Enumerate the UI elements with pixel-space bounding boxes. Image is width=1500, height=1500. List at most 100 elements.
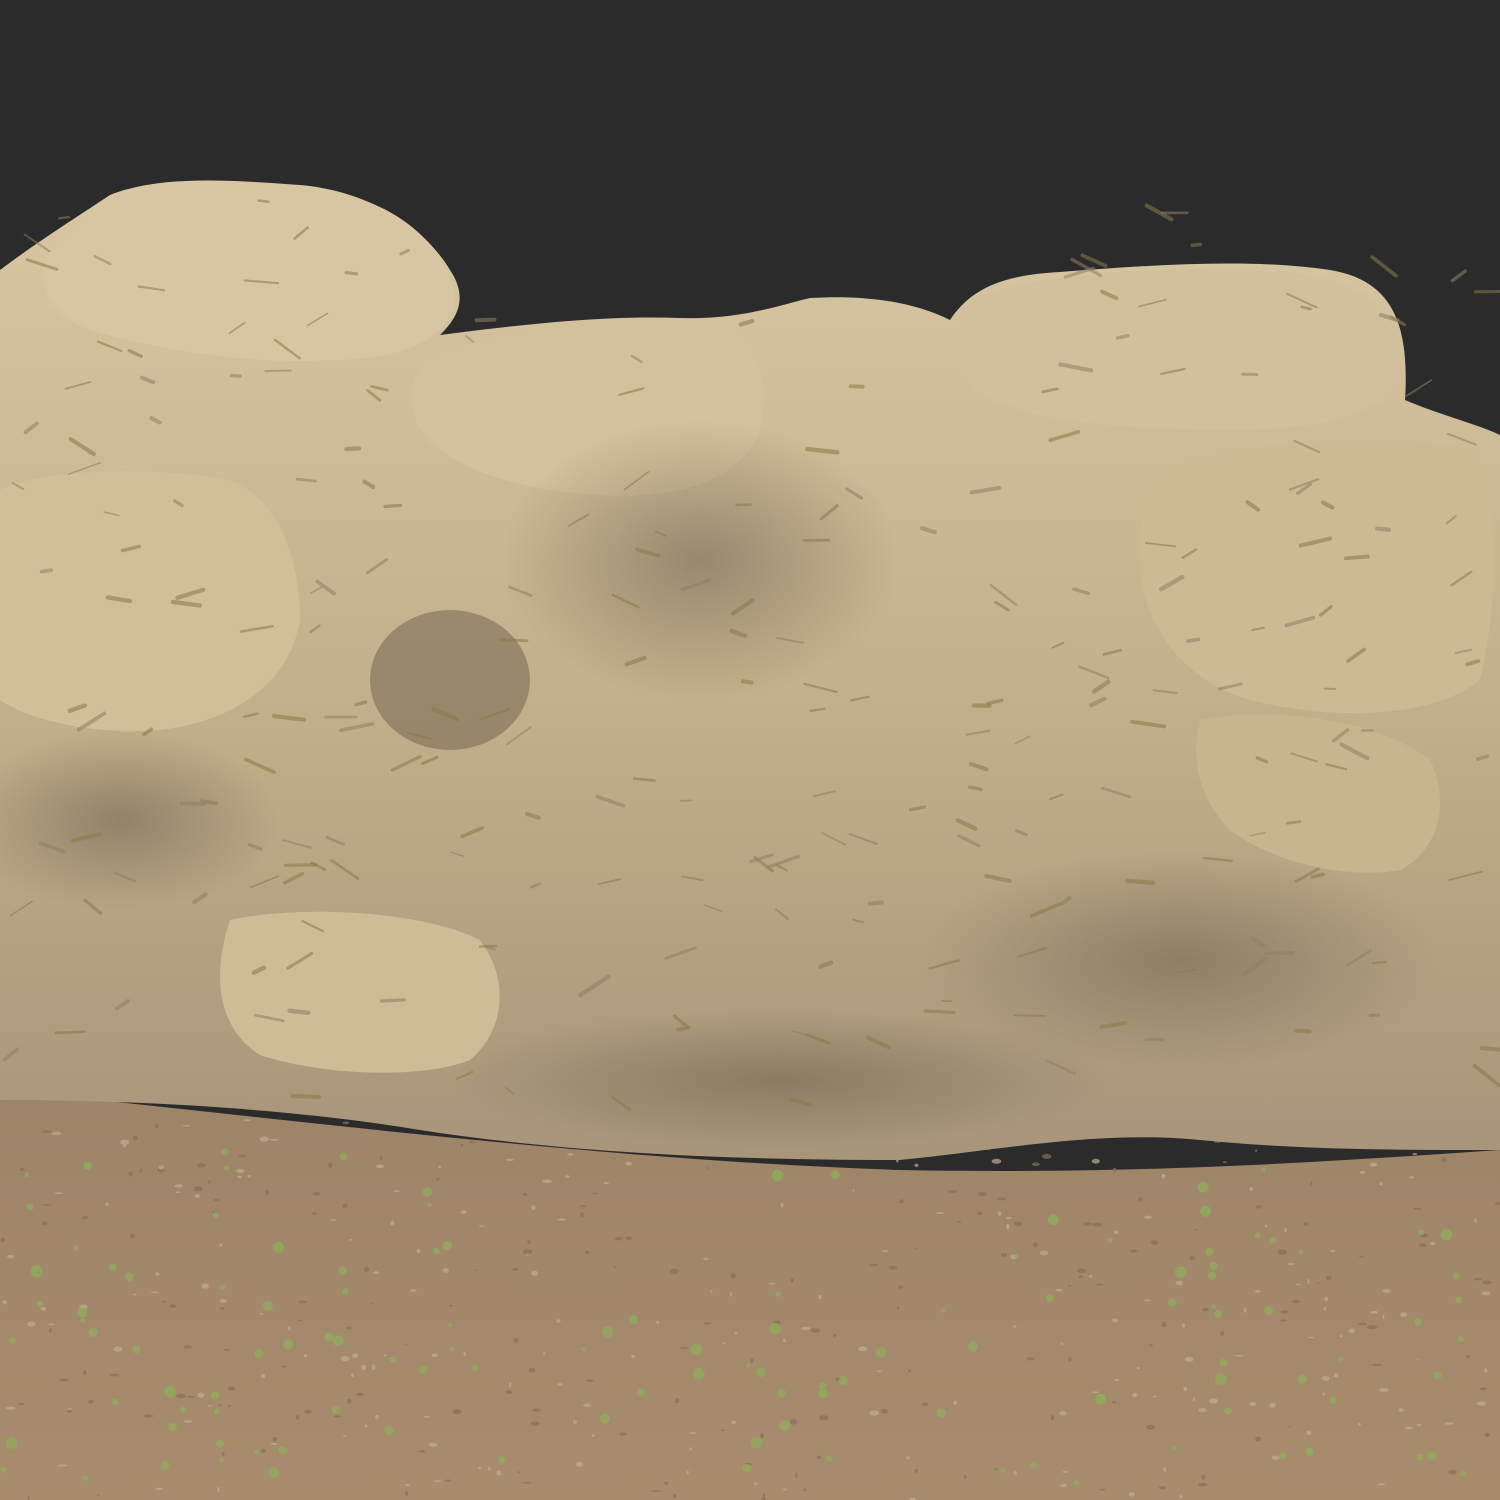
pebble: [790, 1419, 798, 1425]
moss-streak: [967, 785, 983, 792]
pebble: [1440, 1157, 1447, 1163]
pebble: [347, 1398, 352, 1404]
pebble: [1495, 1201, 1500, 1206]
pebble: [1286, 1263, 1296, 1265]
pebble: [914, 1468, 918, 1473]
grass-tuft: [1433, 1371, 1442, 1380]
pebble: [1050, 1414, 1055, 1421]
pebble: [1095, 1283, 1104, 1286]
pebble: [1130, 1249, 1138, 1253]
grass-tuft: [1045, 1294, 1054, 1303]
grass-tuft: [213, 1408, 220, 1415]
grass-tuft: [253, 1448, 260, 1454]
pebble: [914, 1247, 917, 1250]
pebble: [977, 1211, 983, 1216]
pebble: [1031, 1162, 1040, 1166]
pebble: [83, 1370, 87, 1376]
pebble: [333, 1415, 342, 1418]
pebble: [1284, 1227, 1287, 1233]
pebble: [782, 1488, 787, 1491]
moss-streak: [344, 270, 359, 276]
pebble: [158, 1165, 165, 1170]
pebble: [41, 1221, 48, 1226]
pebble: [312, 1192, 321, 1196]
pebble: [371, 1364, 376, 1370]
pebble: [619, 1432, 627, 1436]
pebble: [1249, 1401, 1257, 1406]
pebble: [674, 1398, 680, 1404]
pebble: [816, 1455, 821, 1460]
pebble: [1182, 1323, 1186, 1328]
pebble: [390, 1220, 395, 1226]
grass-tuft: [742, 1463, 752, 1473]
grass-tuft: [1214, 1373, 1227, 1385]
pebble: [105, 1202, 109, 1207]
pebble: [572, 1419, 578, 1425]
pebble: [858, 1346, 868, 1352]
pebble: [247, 1175, 252, 1178]
grass-tuft: [826, 1455, 833, 1462]
pebble: [833, 1333, 837, 1338]
pebble: [431, 1353, 438, 1358]
pebble: [523, 1192, 528, 1197]
pebble: [1400, 1312, 1407, 1317]
pebble: [1042, 1153, 1052, 1159]
pebble: [710, 1290, 713, 1293]
grass-tuft: [1416, 1453, 1424, 1461]
pebble: [1161, 1323, 1167, 1328]
pebble: [419, 1450, 426, 1453]
pebble: [881, 1250, 889, 1253]
grass-tuft: [1000, 1467, 1006, 1474]
grass-tuft: [218, 1457, 225, 1463]
pebble: [57, 1464, 68, 1467]
pebble: [1243, 1307, 1247, 1313]
moss-streak: [1124, 878, 1156, 885]
pebble: [819, 1415, 829, 1421]
pebble: [688, 1432, 697, 1434]
grass-tuft: [224, 1165, 229, 1171]
grass-tuft: [0, 1466, 7, 1473]
pebble: [557, 1383, 563, 1387]
grass-tuft: [82, 1475, 89, 1481]
grass-tuft: [580, 1346, 586, 1352]
grass-tuft: [83, 1161, 92, 1170]
pebble: [282, 1365, 287, 1368]
pebble: [311, 1212, 317, 1215]
rock-scene-svg: [0, 0, 1500, 1500]
grass-tuft: [1269, 1237, 1277, 1244]
pebble: [591, 1434, 595, 1437]
pebble: [1404, 1426, 1413, 1430]
grass-tuft: [1197, 1181, 1209, 1193]
pebble: [122, 1144, 127, 1148]
moss-streak: [379, 998, 406, 1003]
pebble: [351, 1373, 355, 1378]
pebble: [1474, 1218, 1477, 1223]
pebble: [47, 1323, 55, 1326]
pebble: [1149, 1344, 1153, 1347]
pebble: [801, 1326, 811, 1331]
pebble: [625, 1236, 633, 1240]
pebble: [1265, 1224, 1268, 1228]
grass-tuft: [1329, 1396, 1337, 1405]
pebble: [1067, 1285, 1072, 1287]
pebble: [1194, 1228, 1198, 1231]
pebble: [679, 1346, 689, 1349]
grass-tuft: [693, 1367, 705, 1380]
grass-tuft: [599, 1413, 611, 1424]
pebble: [1398, 1408, 1404, 1412]
grass-tuft: [1224, 1407, 1232, 1415]
pebble: [782, 1338, 786, 1343]
pebble: [1280, 1319, 1287, 1322]
pebble: [1091, 1391, 1099, 1394]
pebble: [506, 1158, 514, 1162]
grass-tuft: [831, 1170, 840, 1179]
grass-tuft: [331, 1405, 341, 1414]
pebble: [287, 1326, 291, 1331]
pebble: [129, 1233, 136, 1239]
moss-streak: [1186, 637, 1201, 643]
pebble: [461, 1143, 464, 1147]
pebble: [1333, 1373, 1339, 1378]
grass-tuft: [1254, 1232, 1261, 1239]
pebble: [1325, 1275, 1332, 1281]
grass-tuft: [745, 1363, 751, 1368]
